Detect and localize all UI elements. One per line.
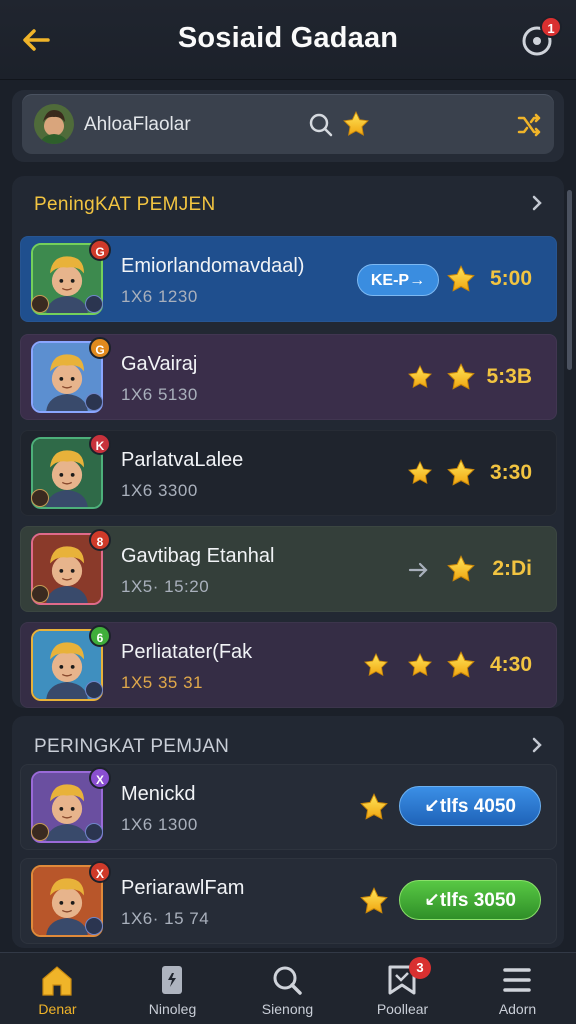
star-icon <box>446 362 476 392</box>
star-icon <box>446 458 476 488</box>
nav-label: Adorn <box>498 1001 537 1017</box>
chevron-right-icon[interactable] <box>528 194 546 212</box>
level-badge-icon <box>31 295 49 313</box>
class-badge-icon <box>85 917 103 935</box>
class-badge-icon <box>85 681 103 699</box>
nav-item-home[interactable]: Denar <box>0 953 115 1024</box>
player-stats: 1X6 5130 <box>121 385 198 404</box>
card-icon <box>162 966 182 994</box>
player-stats: 1X5 35 31 <box>121 673 204 692</box>
search-panel: AhloaFlaolar <box>12 90 564 162</box>
player-score: 2:Di <box>492 557 532 580</box>
star-icon <box>446 264 476 294</box>
nav-label: Sienong <box>261 1001 314 1017</box>
home-icon <box>42 966 72 996</box>
leaderboard-row[interactable]: G Emiorlandomavdaal) 1X6 1230 KE-P→ 5:00 <box>20 236 557 322</box>
player-avatar: G <box>31 239 111 315</box>
rank-badge: K <box>89 433 111 455</box>
nav-item-cards[interactable]: Ninoleg <box>115 953 230 1024</box>
rank-badge: G <box>89 337 111 359</box>
player-stats: 1X6· 15 74 <box>121 909 210 928</box>
notification-button[interactable]: 1 <box>518 16 562 60</box>
rank-badge: 8 <box>89 529 111 551</box>
level-badge-icon <box>31 489 49 507</box>
leaderboard-row[interactable]: X Menickd 1X6 1300 ↙tlfs 4050 <box>20 764 557 850</box>
player-name: PeriarawlFam <box>121 877 245 899</box>
star-icon <box>359 792 389 822</box>
nav-item-menu[interactable]: Adorn <box>460 953 575 1024</box>
player-stats: 1X6 1230 <box>121 287 198 306</box>
nav-item-search[interactable]: Sienong <box>230 953 345 1024</box>
star-icon <box>407 364 433 390</box>
level-badge-icon <box>31 585 49 603</box>
leaderboard-row[interactable]: X PeriarawlFam 1X6· 15 74 ↙tlfs 3050 <box>20 858 557 944</box>
nav-badge: 3 <box>409 957 431 979</box>
class-badge-icon <box>85 823 103 841</box>
player-score: 3:30 <box>489 461 532 484</box>
rank-badge: X <box>89 767 111 789</box>
player-name: GaVairaj <box>121 353 198 375</box>
star-icon[interactable] <box>342 110 370 138</box>
scrollbar[interactable] <box>567 190 572 370</box>
leaderboard-row[interactable]: 6 Perliatater(Fak 1X5 35 31 4:30 <box>20 622 557 708</box>
player-avatar: K <box>31 433 111 509</box>
claim-button[interactable]: ↙tlfs 4050 <box>399 786 541 826</box>
nav-item-flags[interactable]: 3 Poollear <box>345 953 460 1024</box>
player-stats: 1X6 3300 <box>121 481 198 500</box>
notification-badge: 1 <box>540 16 562 38</box>
shuffle-icon[interactable] <box>516 112 542 138</box>
player-avatar: X <box>31 767 111 843</box>
nav-label: Poollear <box>376 1001 429 1017</box>
player-name: Emiorlandomavdaal) <box>121 255 305 277</box>
star-icon <box>446 650 476 680</box>
player-name: Gavtibag Etanhal <box>121 545 275 567</box>
player-name: ParlatvaLalee <box>121 449 244 471</box>
section-title: PERINGKAT PEMJAN <box>34 736 230 757</box>
action-button[interactable]: KE-P→ <box>357 264 439 296</box>
player-name: Menickd <box>121 783 196 805</box>
search-icon[interactable] <box>308 112 334 138</box>
nav-label: Denar <box>38 1001 77 1017</box>
leaderboard-row[interactable]: G GaVairaj 1X6 5130 5:3B <box>20 334 557 420</box>
player-name: Perliatater(Fak <box>121 641 253 663</box>
player-avatar: G <box>31 337 111 413</box>
player-score: 5:3B <box>486 365 532 388</box>
page-title: Sosiaid Gadaan <box>177 22 399 54</box>
search-bar[interactable]: AhloaFlaolar <box>22 94 554 154</box>
search-icon <box>273 966 302 995</box>
level-badge-icon <box>31 823 49 841</box>
rank-badge: G <box>89 239 111 261</box>
section-title: PeningKAT PEMJEN <box>34 194 216 215</box>
user-avatar[interactable] <box>34 104 74 144</box>
star-icon <box>363 652 389 678</box>
star-icon <box>407 460 433 486</box>
leaderboard-row[interactable]: K ParlatvaLalee 1X6 3300 3:30 <box>20 430 557 516</box>
menu-icon <box>503 968 531 992</box>
nav-label: Ninoleg <box>148 1001 197 1017</box>
class-badge-icon <box>85 295 103 313</box>
rank-badge: X <box>89 861 111 883</box>
player-avatar: 6 <box>31 625 111 701</box>
player-stats: 1X6 1300 <box>121 815 198 834</box>
player-score: 4:30 <box>489 653 532 676</box>
player-score: 5:00 <box>489 267 532 290</box>
leaderboard-row[interactable]: 8 Gavtibag Etanhal 1X5· 15:20 2:Di <box>20 526 557 612</box>
rank-badge: 6 <box>89 625 111 647</box>
claim-button[interactable]: ↙tlfs 3050 <box>399 880 541 920</box>
chevron-right-icon[interactable] <box>528 736 546 754</box>
player-stats: 1X5· 15:20 <box>121 577 210 596</box>
player-avatar: 8 <box>31 529 111 605</box>
bottom-nav: Denar Ninoleg Sienong 3 Poollear Adorn <box>0 952 576 1024</box>
player-avatar: X <box>31 861 111 937</box>
star-icon <box>446 554 476 584</box>
app-header: Sosiaid Gadaan 1 <box>0 0 576 80</box>
search-input[interactable]: AhloaFlaolar <box>84 114 191 136</box>
class-badge-icon <box>85 393 103 411</box>
star-icon <box>359 886 389 916</box>
star-icon <box>407 652 433 678</box>
arrow-right-icon[interactable] <box>407 558 431 582</box>
